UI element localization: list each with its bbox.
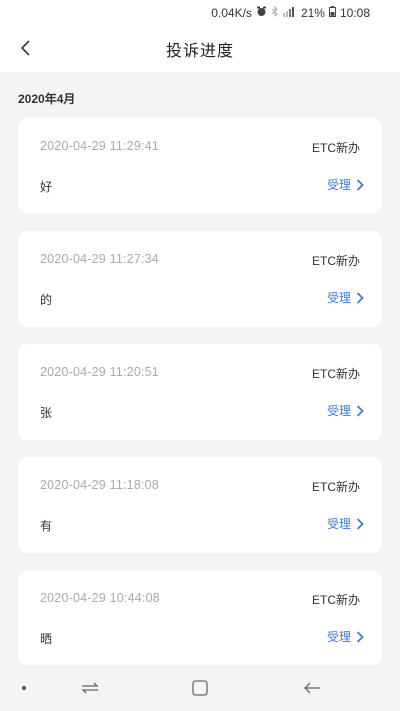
complaint-card[interactable]: 2020-04-29 10:44:08 ETC新办 晒 受理 xyxy=(18,570,382,666)
status-bar: 0.04K/s 21% 10:08 xyxy=(0,0,400,26)
chevron-right-icon xyxy=(356,178,364,191)
complaint-status[interactable]: 受理 xyxy=(327,628,364,645)
clock: 10:08 xyxy=(339,6,370,20)
bluetooth-icon xyxy=(271,5,279,20)
complaint-type: ETC新办 xyxy=(311,141,360,155)
back-arrow-icon[interactable] xyxy=(300,677,324,699)
complaint-type: ETC新办 xyxy=(311,480,360,494)
complaint-status[interactable]: 受理 xyxy=(327,402,364,419)
chevron-right-icon xyxy=(356,291,364,304)
complaint-time: 2020-04-29 11:27:34 xyxy=(40,252,159,266)
complaint-type: ETC新办 xyxy=(311,593,360,607)
chevron-right-icon xyxy=(356,517,364,530)
status-label: 受理 xyxy=(326,517,351,531)
dot-icon[interactable] xyxy=(12,677,36,699)
recent-apps-icon[interactable] xyxy=(78,677,102,699)
header-bar: 投诉进度 xyxy=(0,26,400,72)
complaint-content: 有 xyxy=(40,519,53,533)
complaint-content: 的 xyxy=(40,293,53,307)
chevron-left-icon xyxy=(20,40,30,56)
month-section-label: 2020年4月 xyxy=(18,92,76,106)
complaint-status[interactable]: 受理 xyxy=(327,289,364,306)
complaint-list: 2020-04-29 11:29:41 ETC新办 好 受理 2020-04-2… xyxy=(18,118,382,683)
complaint-type: ETC新办 xyxy=(311,367,360,381)
status-label: 受理 xyxy=(326,404,351,418)
complaint-card[interactable]: 2020-04-29 11:29:41 ETC新办 好 受理 xyxy=(18,118,382,214)
complaint-content: 好 xyxy=(40,180,53,194)
battery-icon xyxy=(328,6,336,20)
system-nav-bar xyxy=(0,665,400,711)
complaint-type: ETC新办 xyxy=(311,254,360,268)
page-title: 投诉进度 xyxy=(165,43,234,60)
complaint-content: 晒 xyxy=(40,632,53,646)
complaint-card[interactable]: 2020-04-29 11:27:34 ETC新办 的 受理 xyxy=(18,231,382,327)
complaint-status[interactable]: 受理 xyxy=(327,515,364,532)
status-label: 受理 xyxy=(326,630,351,644)
alarm-icon xyxy=(256,6,267,20)
complaint-time: 2020-04-29 11:29:41 xyxy=(40,139,159,153)
back-button[interactable] xyxy=(12,34,40,62)
signal-icon xyxy=(282,6,297,20)
status-label: 受理 xyxy=(326,178,351,192)
chevron-right-icon xyxy=(356,630,364,643)
complaint-time: 2020-04-29 11:20:51 xyxy=(40,365,159,379)
complaint-time: 2020-04-29 10:44:08 xyxy=(40,591,160,605)
home-icon[interactable] xyxy=(188,677,212,699)
complaint-content: 张 xyxy=(40,406,53,420)
complaint-time: 2020-04-29 11:18:08 xyxy=(40,478,159,492)
complaint-card[interactable]: 2020-04-29 11:18:08 ETC新办 有 受理 xyxy=(18,457,382,553)
network-speed: 0.04K/s xyxy=(211,6,252,20)
status-label: 受理 xyxy=(326,291,351,305)
battery-percent: 21% xyxy=(300,6,325,20)
complaint-card[interactable]: 2020-04-29 11:20:51 ETC新办 张 受理 xyxy=(18,344,382,440)
complaint-status[interactable]: 受理 xyxy=(327,176,364,193)
chevron-right-icon xyxy=(356,404,364,417)
